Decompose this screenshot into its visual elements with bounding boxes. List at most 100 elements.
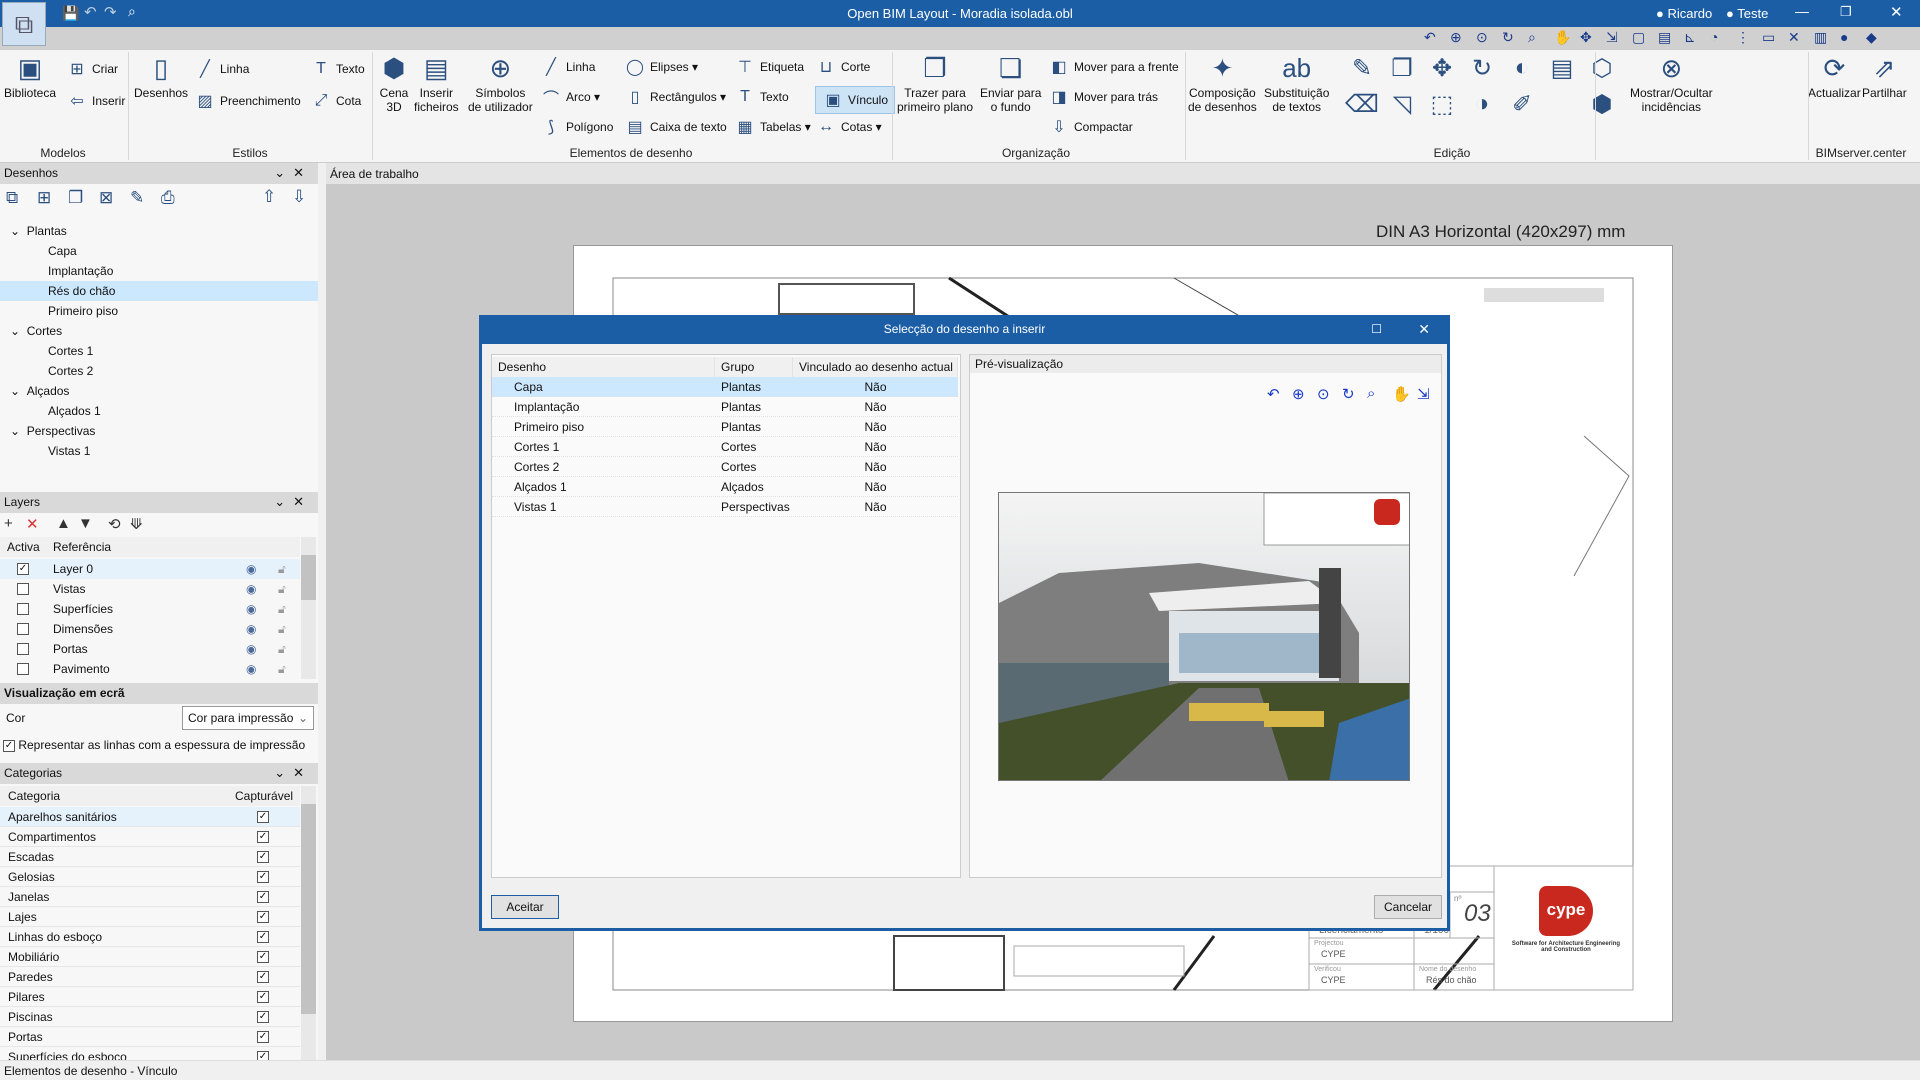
layer-active-checkbox[interactable] [17,583,29,595]
view-tool-3-icon[interactable]: ⊙ [1476,29,1488,46]
dialog-table-row[interactable]: Primeiro piso Plantas Não [492,417,958,437]
layer-row[interactable]: ✓ Layer 0 ◉ 🔓︎ [0,559,300,579]
accept-button[interactable]: Aceitar [491,895,559,919]
edit-tool-2-icon[interactable]: ❐ [1386,52,1418,84]
maximize-icon[interactable]: ☐ [1371,315,1382,344]
category-row[interactable]: Piscinas ✓ [0,1007,300,1027]
ribbon-cota-button[interactable]: ⤢ Cota [310,90,362,112]
drawing-tool-1-icon[interactable]: ⧉ [6,188,18,208]
capturable-checkbox[interactable]: ✓ [257,931,269,943]
close-button[interactable]: ✕ [1890,3,1903,21]
edit-tool-9-icon[interactable]: ◹ [1386,88,1418,120]
tree-item[interactable]: Implantação [0,261,318,281]
edit-tool-3-icon[interactable]: ✥ [1426,52,1458,84]
ribbon-texto-estilo-button[interactable]: T Texto [310,58,365,80]
chevron-down-icon[interactable]: ⌄ [10,324,20,338]
tree-item[interactable]: Alçados 1 [0,401,318,421]
tree-item[interactable]: Primeiro piso [0,301,318,321]
ribbon-rectangulos-button[interactable]: ▯ Rectângulos ▾ [624,86,726,108]
layer-tool-1-icon[interactable]: + [4,515,13,532]
eye-icon[interactable]: ◉ [246,599,256,619]
dialog-table-row[interactable]: Alçados 1 Alçados Não [492,477,958,497]
edit-tool-1-icon[interactable]: ✎ [1346,52,1378,84]
category-row[interactable]: Aparelhos sanitários ✓ [0,807,300,827]
layer-row[interactable]: Superfícies ◉ 🔓︎ [0,599,300,619]
panel-controls[interactable]: ⌄✕ [274,165,312,181]
layer-row[interactable]: Pavimento ◉ 🔓︎ [0,659,300,679]
ribbon-compactar-button[interactable]: ⇩ Compactar [1048,116,1132,138]
category-row[interactable]: Lajes ✓ [0,907,300,927]
ribbon-actualizar-button[interactable]: ⟳ Actualizar [1808,52,1861,100]
view-tool-11-icon[interactable]: ⊾ [1684,29,1696,46]
ribbon-partilhar-button[interactable]: ⇗ Partilhar [1862,52,1907,100]
ribbon-corte-button[interactable]: ⊔ Corte [815,56,871,78]
layer-tool-4-icon[interactable]: ▼ [78,515,93,532]
preview-tool-7-icon[interactable]: ⇲ [1417,385,1430,403]
view-tool-17-icon[interactable]: ● [1840,29,1848,45]
layers-scrollbar[interactable] [301,537,316,679]
drawing-tool-6-icon[interactable]: ⎙ [161,188,175,208]
view-tool-8-icon[interactable]: ⇲ [1606,29,1618,46]
edit-tool-12-icon[interactable]: ✐ [1506,88,1538,120]
edit-tool-8-icon[interactable]: ⌫ [1345,88,1379,120]
dialog-table-row[interactable]: Cortes 2 Cortes Não [492,457,958,477]
capturable-checkbox[interactable]: ✓ [257,891,269,903]
category-row[interactable]: Pilares ✓ [0,987,300,1007]
column-header-vinculado[interactable]: Vinculado ao desenho actual [793,357,958,377]
view-tool-2-icon[interactable]: ⊕ [1450,29,1462,46]
edit-tool-7-icon[interactable]: ⬡ [1586,52,1618,84]
view-tool-10-icon[interactable]: ▤ [1658,29,1671,46]
column-header-desenho[interactable]: Desenho [492,357,715,377]
ribbon-inserir-button[interactable]: ⇦ Inserir [66,90,125,112]
ribbon-mover-tras-button[interactable]: ◨ Mover para trás [1048,86,1158,108]
eye-icon[interactable]: ◉ [246,619,256,639]
ribbon-preenchimento-button[interactable]: ▨ Preenchimento [194,90,300,112]
tree-item[interactable]: Capa [0,241,318,261]
view-tool-5-icon[interactable]: ⌕ [1528,29,1536,46]
layer-active-checkbox[interactable] [17,643,29,655]
categories-scrollbar[interactable] [301,786,316,1060]
line-thickness-option[interactable]: ✓ Representar as linhas com a espessura … [3,735,305,755]
capturable-checkbox[interactable]: ✓ [257,971,269,983]
panel-controls[interactable]: ⌄✕ [274,765,312,781]
layer-active-checkbox[interactable] [17,603,29,615]
cancel-button[interactable]: Cancelar [1374,895,1442,919]
column-header[interactable]: Capturável [235,786,293,806]
category-row[interactable]: Compartimentos ✓ [0,827,300,847]
capturable-checkbox[interactable]: ✓ [257,851,269,863]
ribbon-enviar-button[interactable]: ❏ Enviar para o fundo [980,52,1041,114]
category-row[interactable]: Escadas ✓ [0,847,300,867]
capturable-checkbox[interactable]: ✓ [257,811,269,823]
view-tool-12-icon[interactable]: ◔ [1710,29,1718,45]
move-up-icon[interactable]: ⇧ [262,187,276,207]
tree-group[interactable]: ⌄ Perspectivas [0,421,318,441]
line-thickness-checkbox[interactable]: ✓ [3,739,15,752]
layer-active-checkbox[interactable] [17,663,29,675]
view-tool-9-icon[interactable]: ▢ [1632,29,1645,46]
layer-tool-2-icon[interactable]: ✕ [26,515,39,533]
chevron-down-icon[interactable]: ⌄ [10,384,20,398]
tree-group[interactable]: ⌄ Alçados [0,381,318,401]
preview-tool-4-icon[interactable]: ↻ [1342,385,1355,403]
layer-tool-6-icon[interactable]: ⟱ [130,515,143,533]
column-header-grupo[interactable]: Grupo [715,357,793,377]
tree-item[interactable]: Cortes 1 [0,341,318,361]
eye-icon[interactable]: ◉ [246,639,256,659]
ribbon-desenhos-button[interactable]: ▯ Desenhos [134,52,188,100]
view-tool-18-icon[interactable]: ◆ [1866,29,1877,46]
capturable-checkbox[interactable]: ✓ [257,951,269,963]
category-row[interactable]: Portas ✓ [0,1027,300,1047]
layer-row[interactable]: Dimensões ◉ 🔓︎ [0,619,300,639]
scroll-thumb[interactable] [301,804,316,1014]
ribbon-caixa-texto-button[interactable]: ▤ Caixa de texto [624,116,726,138]
view-tool-15-icon[interactable]: ✕ [1788,29,1800,46]
view-tool-4-icon[interactable]: ↻ [1502,29,1514,46]
edit-tool-4-icon[interactable]: ↻ [1466,52,1498,84]
capturable-checkbox[interactable]: ✓ [257,991,269,1003]
restore-button[interactable]: ❐ [1840,4,1852,20]
capturable-checkbox[interactable]: ✓ [257,911,269,923]
drawing-tool-3-icon[interactable]: ❐ [68,188,83,208]
move-down-icon[interactable]: ⇩ [292,187,306,207]
ribbon-linha-button[interactable]: ╱ Linha [540,56,595,78]
preview-tool-6-icon[interactable]: ✋ [1392,385,1411,403]
